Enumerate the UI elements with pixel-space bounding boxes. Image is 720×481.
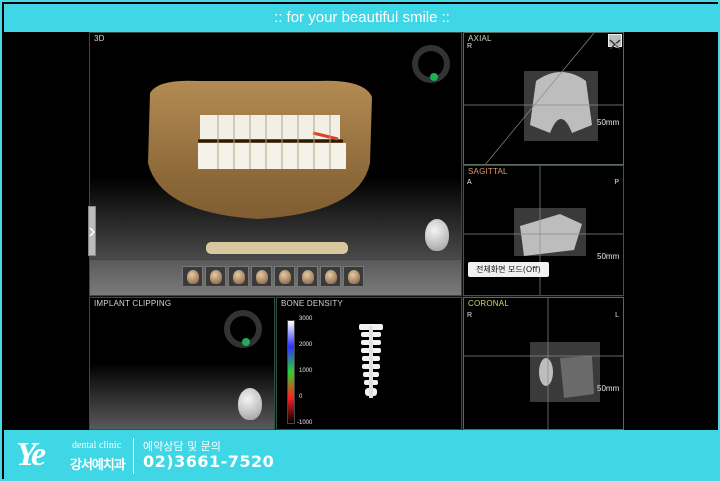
density-tick-minus-1000: -1000 <box>297 420 313 426</box>
view-preset-right-button[interactable] <box>274 266 295 287</box>
density-tick-2000: 2000 <box>299 342 313 348</box>
sagittal-scale: 50mm <box>597 252 620 261</box>
head-orientation-icon[interactable] <box>238 388 262 420</box>
coronal-slice-image[interactable] <box>464 298 624 430</box>
panel-3d-label: 3D <box>94 34 105 43</box>
view-preset-back-button[interactable] <box>297 266 318 287</box>
head-icon <box>347 269 360 284</box>
hyoid-bone-render <box>206 242 348 254</box>
density-tick-0: 0 <box>299 394 303 400</box>
panel-sagittal[interactable]: SAGITTAL A P 전체화면 모드(Off) 50mm <box>463 165 624 296</box>
head-icon <box>209 269 222 284</box>
app-window: :: for your beautiful smile :: 3D AXIAL … <box>0 0 720 481</box>
panel-3d[interactable]: 3D <box>89 32 462 296</box>
clinic-name: 강서예치과 <box>70 458 126 473</box>
chevron-right-icon <box>89 227 95 237</box>
head-icon <box>186 269 199 284</box>
density-tick-1000: 1000 <box>299 368 313 374</box>
view-preset-top-button[interactable] <box>320 266 341 287</box>
density-color-scale <box>287 320 295 424</box>
head-icon <box>301 269 314 284</box>
view-preset-left-oblique-button[interactable] <box>205 266 226 287</box>
density-tick-3000: 3000 <box>299 316 313 322</box>
jaw-3d-render[interactable] <box>138 73 378 223</box>
axial-slice-image[interactable] <box>464 33 624 165</box>
panel-implant-clipping[interactable]: IMPLANT CLIPPING <box>89 297 275 430</box>
orientation-dot <box>242 338 250 346</box>
panel-coronal[interactable]: CORONAL R L 50mm <box>463 297 624 430</box>
panel-bone-density-label: BONE DENSITY <box>281 299 343 308</box>
head-icon <box>324 269 337 284</box>
panel-collapse-handle[interactable] <box>88 206 96 256</box>
header-tagline: :: for your beautiful smile :: <box>4 4 720 32</box>
phone-number[interactable]: 02)3661-7520 <box>143 452 274 471</box>
orientation-ring-icon[interactable] <box>412 45 450 83</box>
view-preset-front-button[interactable] <box>228 266 249 287</box>
footer-bar: Ye dental clinic 강서예치과 예약상담 및 문의 02)3661… <box>4 430 720 481</box>
footer-divider <box>133 438 134 474</box>
coronal-scale: 50mm <box>597 384 620 393</box>
fullscreen-mode-tooltip[interactable]: 전체화면 모드(Off) <box>468 262 549 277</box>
axial-scale: 50mm <box>597 118 620 127</box>
clinic-logo-tagline: dental clinic <box>72 440 122 451</box>
view-preset-left-button[interactable] <box>182 266 203 287</box>
clinic-logo-mark: Ye <box>16 436 46 473</box>
head-orientation-icon[interactable] <box>425 219 449 251</box>
panel-bone-density[interactable]: BONE DENSITY 3000 2000 1000 0 -1000 <box>276 297 462 430</box>
head-icon <box>232 269 245 284</box>
view-preset-buttons <box>182 266 364 288</box>
head-icon <box>278 269 291 284</box>
ct-viewer: 3D AXIAL R L 50mm SAGITTAL A P 전체화면 모드(O… <box>89 32 624 430</box>
panel-implant-clipping-label: IMPLANT CLIPPING <box>94 299 172 308</box>
orientation-ring-icon[interactable] <box>224 310 262 348</box>
head-icon <box>255 269 268 284</box>
view-preset-bottom-button[interactable] <box>343 266 364 287</box>
panel-axial[interactable]: AXIAL R L 50mm <box>463 32 624 165</box>
view-preset-right-oblique-button[interactable] <box>251 266 272 287</box>
orientation-dot <box>430 73 438 81</box>
implant-icon[interactable] <box>357 322 385 402</box>
